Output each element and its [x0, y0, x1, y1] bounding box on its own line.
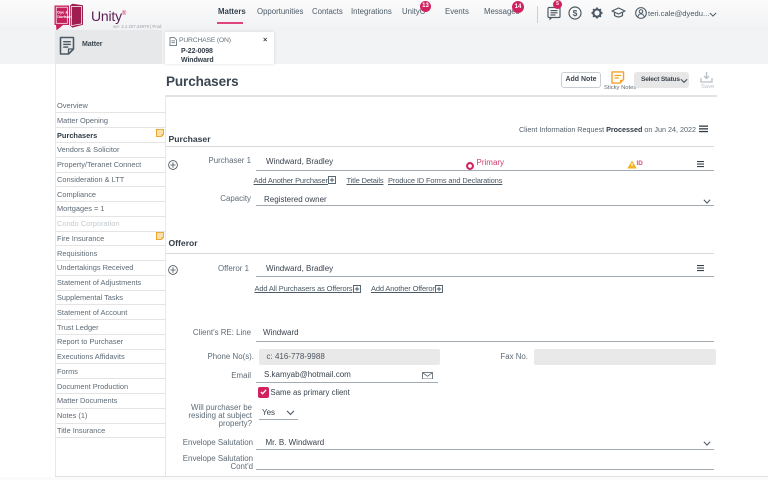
svg-text:Durham: Durham — [57, 14, 72, 19]
svg-text:$: $ — [573, 8, 578, 18]
